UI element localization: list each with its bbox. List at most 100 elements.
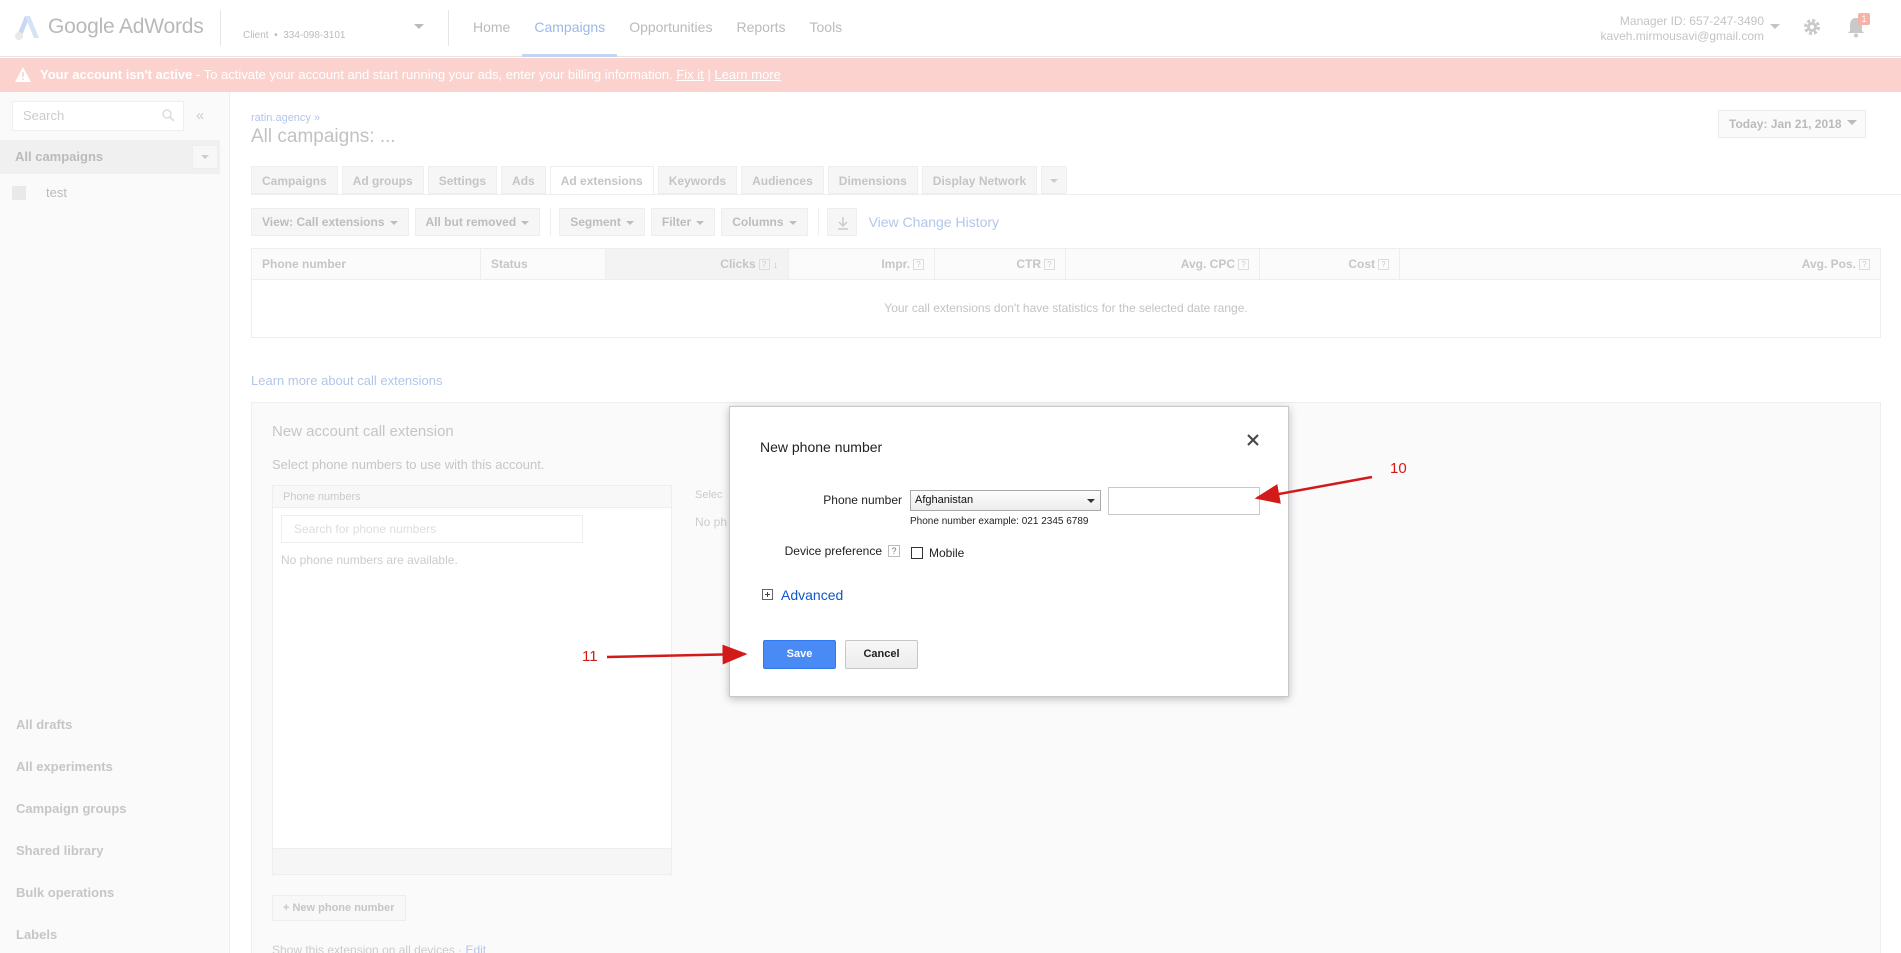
divider <box>448 10 449 46</box>
status-filter-dropdown[interactable]: All but removed <box>414 208 541 236</box>
client-selector[interactable]: Client • 334-098-3101 <box>243 18 423 41</box>
tab-keywords[interactable]: Keywords <box>657 166 738 194</box>
adwords-logo[interactable]: Google AdWords <box>12 12 204 42</box>
phone-numbers-header: Phone numbers <box>273 486 671 508</box>
all-campaigns[interactable]: All campaigns <box>0 140 220 174</box>
client-name-redacted <box>243 18 363 26</box>
col-phone-number[interactable]: Phone number <box>252 249 481 279</box>
tab-display-network[interactable]: Display Network <box>921 166 1038 194</box>
account-inactive-alert: Your account isn't active - To activate … <box>0 58 1901 92</box>
chevron-down-icon[interactable] <box>1847 120 1857 125</box>
sidebar-labels[interactable]: Labels <box>16 914 127 953</box>
tab-settings[interactable]: Settings <box>427 166 498 194</box>
divider <box>817 208 819 236</box>
view-dropdown[interactable]: View: Call extensions <box>251 208 409 236</box>
help-icon[interactable]: ? <box>1238 259 1249 271</box>
filter-dropdown[interactable]: Filter <box>650 208 716 236</box>
page-title: All campaigns: ... <box>251 126 396 147</box>
phone-number-hint: Phone number example: 021 2345 6789 <box>910 516 1089 527</box>
breadcrumb[interactable]: ratin.agency » <box>251 112 320 124</box>
more-tabs-button[interactable] <box>1041 166 1068 194</box>
top-bar: Google AdWords Client • 334-098-3101 Hom… <box>0 0 1901 57</box>
campaign-name: test <box>46 185 67 200</box>
alert-text: - To activate your account and start run… <box>192 67 677 82</box>
nav-opportunities[interactable]: Opportunities <box>617 0 724 57</box>
sidebar-campaign-groups[interactable]: Campaign groups <box>16 788 127 830</box>
sort-desc-icon: ↓ <box>773 260 778 271</box>
chevron-down-icon[interactable] <box>414 24 424 29</box>
col-cost[interactable]: Cost? <box>1260 249 1400 279</box>
col-avg-cpc[interactable]: Avg. CPC? <box>1066 249 1260 279</box>
date-range-button[interactable]: Today: Jan 21, 2018 <box>1718 110 1866 138</box>
notification-badge: 1 <box>1858 13 1870 25</box>
sidebar-shared-library[interactable]: Shared library <box>16 830 127 872</box>
annotation-label-10: 10 <box>1390 460 1407 477</box>
help-icon[interactable]: ? <box>888 545 900 557</box>
fix-it-link[interactable]: Fix it <box>676 67 703 82</box>
main-nav: Home Campaigns Opportunities Reports Too… <box>461 0 854 57</box>
help-icon[interactable]: ? <box>758 259 770 271</box>
sidebar-campaign-item[interactable]: test <box>12 185 67 200</box>
nav-reports[interactable]: Reports <box>724 0 797 57</box>
tab-ad-extensions[interactable]: Ad extensions <box>549 166 654 195</box>
dialog-title: New phone number <box>760 439 883 455</box>
tab-campaigns[interactable]: Campaigns <box>251 166 338 194</box>
col-avg-pos[interactable]: Avg. Pos.? <box>1400 249 1880 279</box>
help-icon[interactable]: ? <box>1378 259 1389 271</box>
nav-tools[interactable]: Tools <box>798 0 855 57</box>
tab-dimensions[interactable]: Dimensions <box>827 166 918 194</box>
divider <box>550 208 552 236</box>
country-select[interactable]: Afghanistan <box>910 490 1101 511</box>
chevron-down-icon[interactable] <box>192 145 218 169</box>
learn-more-link[interactable]: Learn more <box>714 67 780 82</box>
client-info: Client • 334-098-3101 <box>243 30 346 41</box>
tab-ads[interactable]: Ads <box>501 166 546 194</box>
new-phone-number-button[interactable]: + New phone number <box>272 895 406 921</box>
mobile-checkbox-label[interactable]: Mobile <box>929 546 964 560</box>
col-ctr[interactable]: CTR? <box>935 249 1066 279</box>
sidebar-bottom-links: All drafts All experiments Campaign grou… <box>16 704 127 953</box>
col-clicks[interactable]: Clicks? ↓ <box>606 249 789 279</box>
tab-audiences[interactable]: Audiences <box>741 166 824 194</box>
save-button[interactable]: Save <box>763 640 836 669</box>
learn-call-extensions-link[interactable]: Learn more about call extensions <box>251 373 443 388</box>
sidebar-search-input[interactable]: Search <box>12 101 184 131</box>
collapse-sidebar-icon[interactable]: « <box>196 107 204 124</box>
tab-ad-groups[interactable]: Ad groups <box>341 166 424 194</box>
sidebar: Search « All campaigns test All drafts A… <box>0 92 230 953</box>
phone-number-input[interactable] <box>1108 487 1260 515</box>
columns-dropdown[interactable]: Columns <box>721 208 808 236</box>
cancel-button[interactable]: Cancel <box>845 640 918 669</box>
sidebar-all-drafts[interactable]: All drafts <box>16 704 127 746</box>
download-button[interactable] <box>826 208 857 236</box>
alert-title: Your account isn't active <box>40 67 193 82</box>
col-impr[interactable]: Impr.? <box>789 249 935 279</box>
expand-plus-icon[interactable] <box>762 589 773 600</box>
chevron-down-icon <box>1087 499 1095 503</box>
segment-dropdown[interactable]: Segment <box>559 208 645 236</box>
advanced-toggle[interactable]: Advanced <box>781 587 843 603</box>
mobile-checkbox[interactable] <box>911 547 923 559</box>
help-icon[interactable]: ? <box>1044 259 1055 271</box>
alert-separator: | <box>703 67 715 82</box>
new-call-extension-title: New account call extension <box>272 423 454 440</box>
help-icon[interactable]: ? <box>1859 259 1870 271</box>
view-change-history-link[interactable]: View Change History <box>869 214 999 230</box>
download-icon <box>837 217 848 230</box>
sidebar-all-experiments[interactable]: All experiments <box>16 746 127 788</box>
gear-icon[interactable] <box>1802 17 1822 37</box>
sidebar-bulk-operations[interactable]: Bulk operations <box>16 872 127 914</box>
edit-link[interactable]: Edit <box>465 943 486 953</box>
manager-id: Manager ID: 657-247-3490 <box>1619 14 1764 28</box>
annotation-label-11: 11 <box>582 648 598 665</box>
account-menu[interactable]: Manager ID: 657-247-3490 kaveh.mirmousav… <box>1600 14 1764 44</box>
nav-home[interactable]: Home <box>461 0 522 57</box>
close-icon[interactable] <box>1246 433 1260 447</box>
nav-campaigns[interactable]: Campaigns <box>522 0 618 57</box>
col-status[interactable]: Status <box>481 249 606 279</box>
phone-search-input[interactable]: Search for phone numbers <box>281 515 583 543</box>
call-extensions-table: Phone number Status Clicks? ↓ Impr.? CTR… <box>251 248 1881 338</box>
selected-header: Selec <box>695 489 723 501</box>
chevron-down-icon[interactable] <box>1770 24 1780 29</box>
help-icon[interactable]: ? <box>913 259 924 271</box>
